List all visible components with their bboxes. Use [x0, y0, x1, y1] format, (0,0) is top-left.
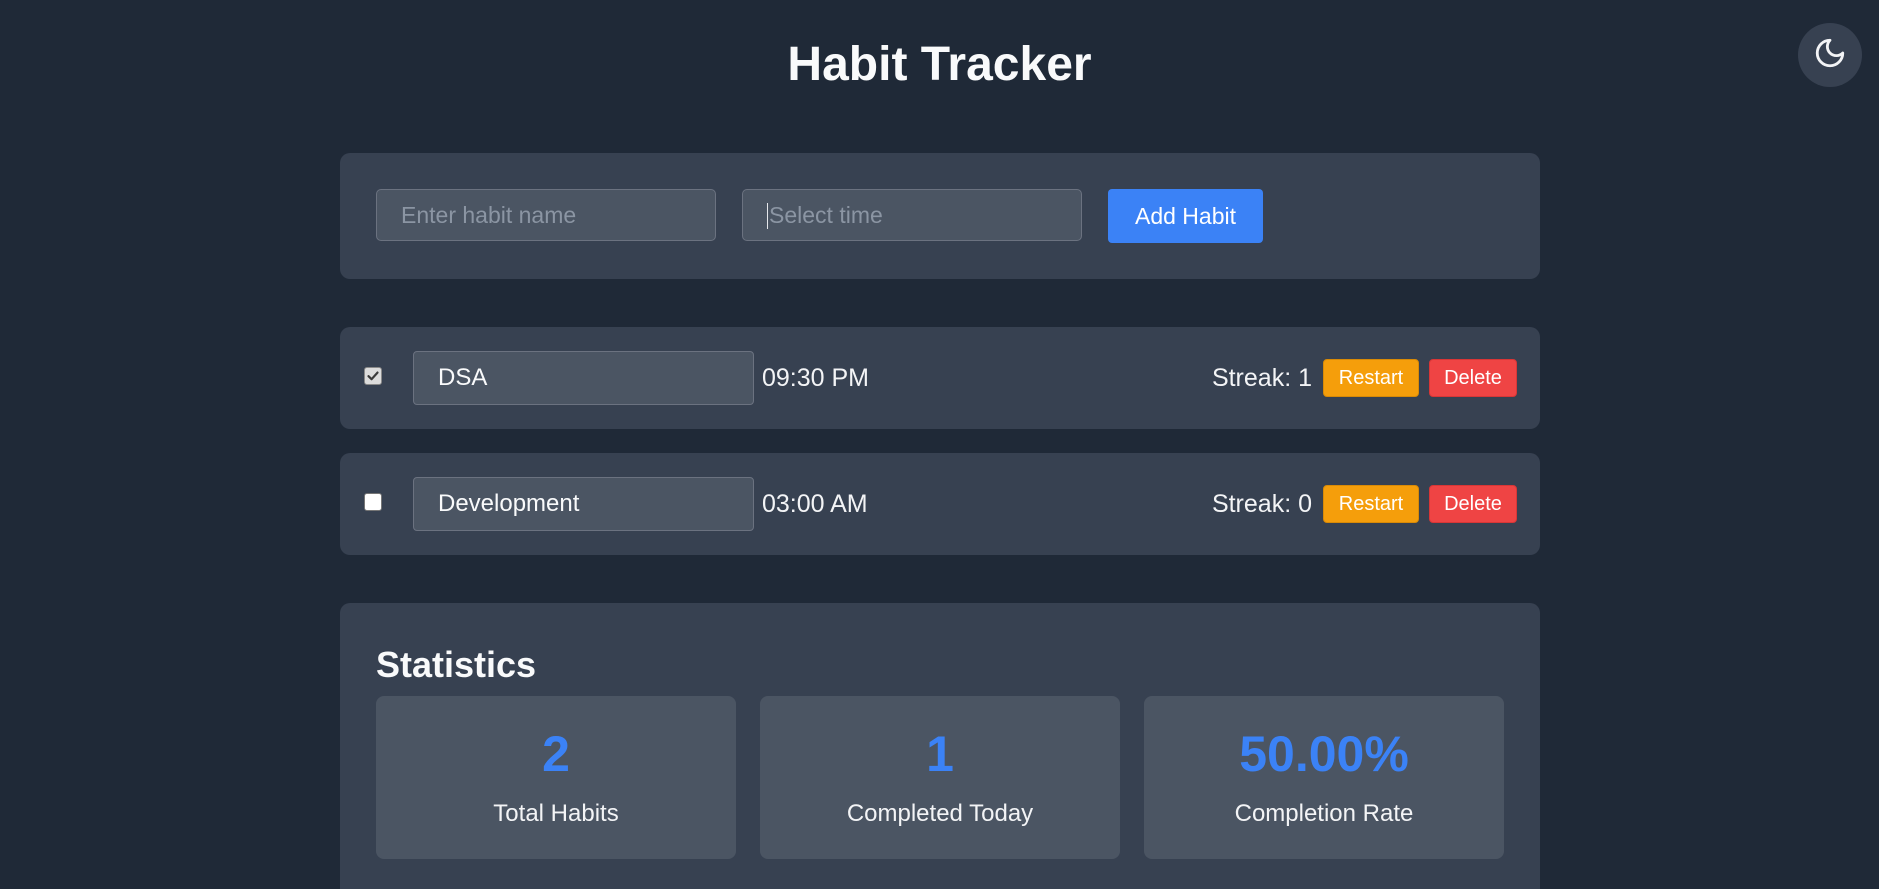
delete-button[interactable]: Delete: [1429, 485, 1517, 523]
delete-button[interactable]: Delete: [1429, 359, 1517, 397]
habit-row: DSA 09:30 PM Streak: 1 Restart Delete: [340, 327, 1540, 429]
streak-count: Streak: 1: [1211, 364, 1312, 392]
habit-name-field[interactable]: DSA: [413, 351, 754, 405]
statistics-title: Statistics: [376, 644, 537, 685]
habit-complete-checkbox[interactable]: [364, 493, 382, 511]
stat-value: 1: [926, 726, 954, 782]
streak-count: Streak: 0: [1211, 490, 1312, 518]
stat-completed-today: 1 Completed Today: [760, 696, 1120, 859]
stat-value: 2: [542, 726, 570, 782]
text-caret: [767, 203, 768, 229]
time-input[interactable]: [742, 189, 1082, 241]
stat-label: Completion Rate: [1234, 800, 1414, 827]
restart-button[interactable]: Restart: [1323, 359, 1419, 397]
add-habit-form: Add Habit: [340, 153, 1540, 279]
restart-button[interactable]: Restart: [1323, 485, 1419, 523]
stat-value: 50.00%: [1239, 726, 1409, 782]
stat-total-habits: 2 Total Habits: [376, 696, 736, 859]
habit-name-field[interactable]: Development: [413, 477, 754, 531]
habit-tracker-page: Habit Tracker Add Habit DSA 09:30 PM Str…: [0, 0, 1879, 889]
habit-time: 03:00 AM: [762, 490, 868, 518]
statistics-panel: Statistics 2 Total Habits 1 Completed To…: [340, 603, 1540, 889]
habit-name-input[interactable]: [376, 189, 716, 241]
add-habit-button[interactable]: Add Habit: [1108, 189, 1263, 243]
habit-row: Development 03:00 AM Streak: 0 Restart D…: [340, 453, 1540, 555]
stat-completion-rate: 50.00% Completion Rate: [1144, 696, 1504, 859]
habit-complete-checkbox[interactable]: [364, 367, 382, 385]
stat-label: Completed Today: [846, 800, 1034, 827]
habit-time: 09:30 PM: [762, 364, 870, 392]
checkmark-icon: [367, 371, 379, 381]
stat-label: Total Habits: [493, 800, 619, 827]
page-title: Habit Tracker: [787, 38, 1092, 91]
